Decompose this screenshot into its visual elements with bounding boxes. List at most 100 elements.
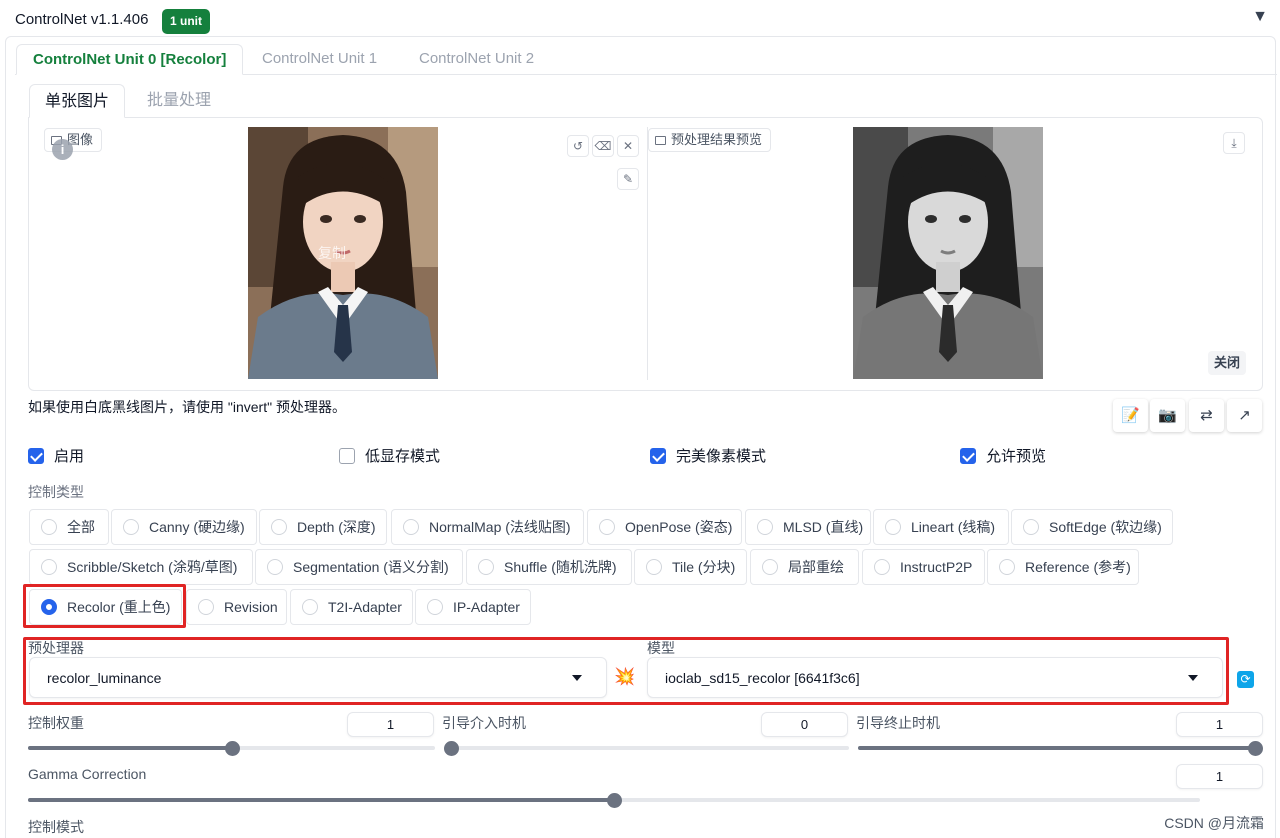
model-select[interactable]: ioclab_sd15_recolor [6641f3c6] — [647, 657, 1223, 698]
slider-fill — [858, 746, 1256, 750]
radio-circle[interactable] — [198, 599, 214, 615]
control-type-option[interactable]: Shuffle (随机洗牌) — [466, 549, 632, 585]
control-type-option[interactable]: SoftEdge (软边缘) — [1011, 509, 1173, 545]
edit-doc-icon[interactable]: 📝 — [1113, 399, 1148, 432]
reset-icon[interactable]: ↺ — [567, 135, 589, 157]
slider-thumb[interactable] — [444, 741, 459, 756]
control-type-option[interactable]: T2I-Adapter — [290, 589, 413, 625]
control-type-option[interactable]: Segmentation (语义分割) — [255, 549, 463, 585]
control-type-option[interactable]: MLSD (直线) — [745, 509, 871, 545]
start-step-input[interactable]: 0 — [761, 712, 848, 737]
slider-fill — [28, 798, 614, 802]
enable-checkbox[interactable]: 启用 — [28, 447, 84, 467]
checkbox-label: 低显存模式 — [365, 448, 441, 465]
radio-circle[interactable] — [1023, 519, 1039, 535]
preview-photo — [853, 127, 1043, 379]
close-icon[interactable]: ✕ — [617, 135, 639, 157]
chevron-down-icon — [1188, 675, 1198, 681]
control-weight-slider[interactable] — [28, 741, 435, 756]
option-label: Depth (深度) — [297, 519, 376, 535]
radio-circle[interactable] — [999, 559, 1015, 575]
control-type-option[interactable]: IP-Adapter — [415, 589, 531, 625]
control-type-option[interactable]: Reference (参考) — [987, 549, 1139, 585]
option-label: 局部重绘 — [788, 559, 844, 575]
brush-icon[interactable]: ✎ — [617, 168, 639, 190]
tab-single-image[interactable]: 单张图片 — [29, 84, 126, 118]
control-type-option[interactable]: Tile (分块) — [634, 549, 747, 585]
tab-batch[interactable]: 批量处理 — [132, 84, 226, 118]
option-label: OpenPose (姿态) — [625, 519, 733, 535]
radio-circle[interactable] — [267, 559, 283, 575]
control-type-option[interactable]: InstructP2P — [862, 549, 985, 585]
control-weight-input[interactable]: 1 — [347, 712, 434, 737]
pixel-perfect-checkbox[interactable]: 完美像素模式 — [650, 447, 766, 467]
start-step-slider[interactable] — [444, 741, 849, 756]
slider-track — [444, 746, 849, 750]
option-label: 全部 — [67, 519, 95, 535]
collapse-icon[interactable]: ▼ — [1252, 8, 1268, 26]
slider-thumb[interactable] — [224, 741, 240, 756]
model-label: 模型 — [647, 640, 675, 656]
radio-circle[interactable] — [646, 559, 662, 575]
panel-title: ControlNet v1.1.406 — [15, 11, 149, 28]
radio-circle[interactable] — [123, 519, 139, 535]
control-type-option[interactable]: Scribble/Sketch (涂鸦/草图) — [29, 549, 253, 585]
checkbox-box[interactable] — [650, 448, 666, 464]
radio-circle[interactable] — [427, 599, 443, 615]
option-label: T2I-Adapter — [328, 599, 402, 615]
run-preprocessor-icon[interactable]: 💥 — [614, 667, 635, 687]
radio-circle[interactable] — [874, 559, 890, 575]
control-type-option[interactable]: 局部重绘 — [750, 549, 859, 585]
lowvram-checkbox[interactable]: 低显存模式 — [339, 447, 440, 467]
checkbox-box[interactable] — [960, 448, 976, 464]
allow-preview-checkbox[interactable]: 允许预览 — [960, 447, 1046, 467]
radio-circle[interactable] — [757, 519, 773, 535]
control-type-option[interactable]: Lineart (线稿) — [873, 509, 1009, 545]
checkbox-box[interactable] — [28, 448, 44, 464]
refresh-models-icon[interactable]: ⟳ — [1237, 671, 1254, 688]
radio-circle[interactable] — [478, 559, 494, 575]
radio-circle[interactable] — [885, 519, 901, 535]
gamma-slider[interactable] — [28, 793, 1200, 808]
radio-circle[interactable] — [762, 559, 778, 575]
checkbox-label: 启用 — [54, 448, 85, 465]
control-type-option[interactable]: NormalMap (法线贴图) — [391, 509, 584, 545]
model-value: ioclab_sd15_recolor [6641f3c6] — [665, 670, 860, 686]
radio-circle[interactable] — [271, 519, 287, 535]
radio-circle[interactable] — [403, 519, 419, 535]
control-mode-label: 控制模式 — [28, 819, 84, 835]
tab-unit-0[interactable]: ControlNet Unit 0 [Recolor] — [16, 44, 244, 75]
slider-thumb[interactable] — [1248, 741, 1263, 756]
radio-circle[interactable] — [302, 599, 318, 615]
control-type-option[interactable]: OpenPose (姿态) — [587, 509, 742, 545]
close-preview-button[interactable]: 关闭 — [1208, 351, 1247, 375]
image-icon — [655, 136, 666, 145]
camera-icon[interactable]: 📷 — [1150, 399, 1185, 432]
eraser-icon[interactable]: ⌫ — [592, 135, 614, 157]
slider-fill — [28, 746, 232, 750]
control-type-label: 控制类型 — [28, 484, 84, 500]
option-label: InstructP2P — [900, 559, 973, 575]
preprocessor-select[interactable]: recolor_luminance — [29, 657, 607, 698]
radio-circle[interactable] — [41, 559, 57, 575]
radio-circle[interactable] — [599, 519, 615, 535]
unit-count-badge: 1 unit — [162, 9, 210, 34]
chevron-down-icon — [572, 675, 582, 681]
tab-unit-2[interactable]: ControlNet Unit 2 — [403, 44, 550, 75]
control-type-option[interactable]: Canny (硬边缘) — [111, 509, 257, 545]
send-dimensions-icon[interactable]: ↗ — [1227, 399, 1262, 432]
gamma-input[interactable]: 1 — [1176, 764, 1263, 789]
info-icon[interactable]: i — [52, 139, 73, 160]
option-label: Scribble/Sketch (涂鸦/草图) — [67, 559, 238, 575]
end-step-input[interactable]: 1 — [1176, 712, 1263, 737]
tab-unit-1[interactable]: ControlNet Unit 1 — [246, 44, 393, 75]
swap-icon[interactable]: ⇄ — [1189, 399, 1224, 432]
slider-thumb[interactable] — [607, 793, 622, 808]
download-icon[interactable]: ⤓ — [1223, 132, 1245, 154]
control-type-option[interactable]: 全部 — [29, 509, 109, 545]
control-type-option[interactable]: Depth (深度) — [259, 509, 387, 545]
checkbox-box[interactable] — [339, 448, 355, 464]
radio-circle[interactable] — [41, 519, 57, 535]
control-type-option[interactable]: Revision — [186, 589, 287, 625]
end-step-slider[interactable] — [858, 741, 1263, 756]
